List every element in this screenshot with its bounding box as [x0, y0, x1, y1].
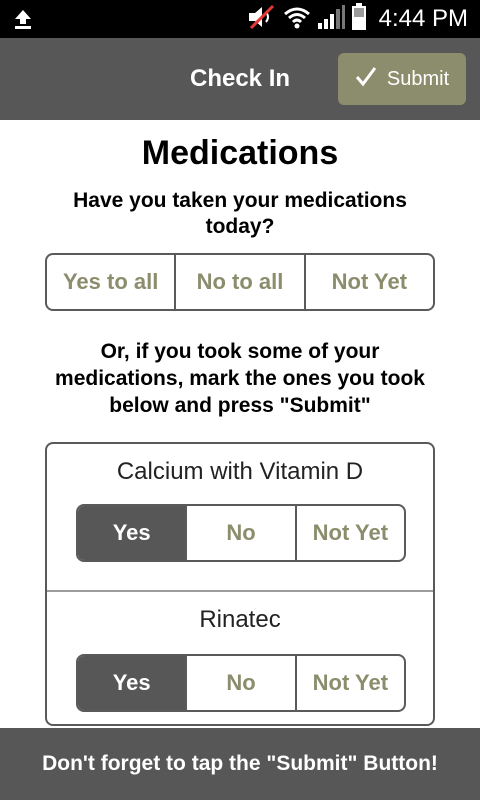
- battery-icon: [351, 2, 367, 36]
- title-bar: Check In Submit: [0, 38, 480, 120]
- section-heading: Medications: [141, 134, 339, 172]
- submit-button-label: Submit: [386, 67, 450, 90]
- status-time: 4:44 PM: [378, 5, 468, 32]
- medication-item: Rinatec Yes No Not Yet: [47, 592, 433, 724]
- yes-option[interactable]: Yes: [78, 656, 186, 710]
- question-text: Have you taken your medications today?: [73, 189, 407, 238]
- main-content: Medications Have you taken your medicati…: [0, 120, 480, 728]
- medication-segmented-control: Yes No Not Yet: [76, 654, 406, 712]
- no-option[interactable]: No: [185, 656, 294, 710]
- footer-reminder: Don't forget to tap the "Submit" Button!: [0, 728, 480, 800]
- no-to-all-button[interactable]: No to all: [174, 255, 303, 309]
- instructions-text: Or, if you took some of your medications…: [55, 340, 425, 417]
- yes-option[interactable]: Yes: [78, 506, 186, 560]
- status-icons: 4:44 PM: [247, 2, 468, 36]
- signal-icon: [317, 4, 345, 35]
- not-yet-all-button[interactable]: Not Yet: [303, 255, 433, 309]
- yes-to-all-button[interactable]: Yes to all: [47, 255, 174, 309]
- medication-name: Rinatec: [199, 606, 281, 633]
- checkmark-icon: [355, 65, 377, 93]
- all-medications-segmented-control: Yes to all No to all Not Yet: [45, 253, 435, 311]
- submit-button[interactable]: Submit: [338, 53, 466, 105]
- status-bar: 4:44 PM: [0, 0, 480, 38]
- medication-segmented-control: Yes No Not Yet: [76, 504, 406, 562]
- volume-muted-icon: [247, 4, 277, 35]
- upload-icon: [12, 8, 34, 35]
- wifi-icon: [283, 5, 311, 34]
- no-option[interactable]: No: [185, 506, 294, 560]
- medication-name: Calcium with Vitamin D: [116, 458, 364, 485]
- not-yet-option[interactable]: Not Yet: [294, 506, 404, 560]
- medication-list: Calcium with Vitamin D Yes No Not Yet Ri…: [45, 442, 435, 726]
- not-yet-option[interactable]: Not Yet: [294, 656, 404, 710]
- medication-item: Calcium with Vitamin D Yes No Not Yet: [47, 444, 433, 592]
